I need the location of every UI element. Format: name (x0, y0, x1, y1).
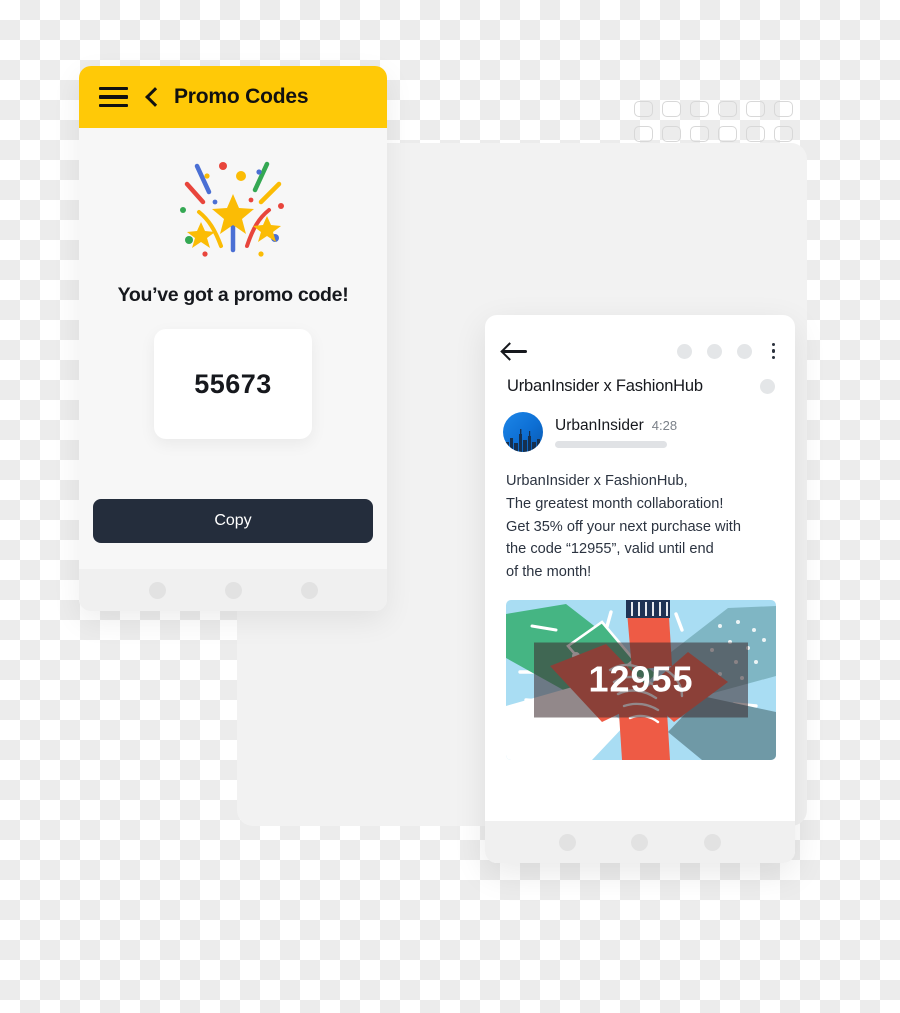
email-subject-row: UrbanInsider x FashionHub (485, 361, 795, 396)
sender-meta: UrbanInsider 4:28 (555, 417, 775, 448)
email-phone: UrbanInsider x FashionHub UrbanInsider 4… (485, 315, 795, 863)
promo-code-card: 55673 (154, 329, 312, 439)
decorative-dot (774, 126, 793, 142)
promo-heading: You’ve got a promo code! (117, 284, 349, 306)
decorative-dot (746, 126, 765, 142)
email-body: UrbanInsider x FashionHub, The greatest … (485, 452, 795, 584)
decorative-dot-grid (634, 101, 793, 142)
star-placeholder-icon[interactable] (760, 379, 775, 394)
app-header: Promo Codes (79, 66, 387, 128)
decorative-dot (746, 101, 765, 117)
phone-nav-bar (79, 569, 387, 611)
email-body-line: Get 35% off your next purchase with (506, 518, 741, 535)
sender-name: UrbanInsider (555, 416, 644, 434)
decorative-dot (718, 126, 737, 142)
decorative-dot (718, 101, 737, 117)
chevron-left-icon[interactable] (145, 87, 157, 107)
email-body-line: The greatest month collaboration! (506, 495, 724, 512)
decorative-dot (662, 126, 681, 142)
decorative-dot (690, 126, 709, 142)
promo-code-value: 55673 (194, 368, 272, 399)
nav-dot[interactable] (148, 581, 166, 599)
hamburger-menu-icon[interactable] (99, 86, 128, 108)
hands-stacked-teamwork-illustration: 12955 (506, 599, 776, 760)
arrow-left-icon[interactable] (503, 341, 529, 361)
nav-dot[interactable] (300, 581, 318, 599)
promo-code-overlay: 12955 (534, 642, 748, 718)
decorative-dot (634, 126, 653, 142)
phone-nav-bar (485, 821, 795, 863)
sender-line: UrbanInsider 4:28 (555, 417, 775, 435)
email-body-line: UrbanInsider x FashionHub, (506, 473, 688, 489)
email-toolbar (485, 315, 795, 361)
decorative-dot (690, 101, 709, 117)
nav-dot[interactable] (224, 581, 242, 599)
decorative-dot (634, 101, 653, 117)
copy-button[interactable]: Copy (93, 499, 373, 543)
decorative-dot (774, 101, 793, 117)
toolbar-action-placeholder-icon[interactable] (736, 343, 752, 359)
kebab-menu-icon[interactable] (771, 342, 775, 360)
nav-dot[interactable] (558, 833, 576, 851)
decorative-dot (662, 101, 681, 117)
email-subject: UrbanInsider x FashionHub (507, 377, 703, 395)
promo-code-overlay-value: 12955 (588, 658, 694, 700)
nav-dot[interactable] (704, 833, 722, 851)
email-body-line: the code “12955”, valid until end (506, 541, 714, 558)
email-sender-row: UrbanInsider 4:28 (485, 396, 795, 452)
city-skyline-avatar (503, 412, 543, 452)
promo-content: You’ve got a promo code! 55673 Copy (79, 128, 387, 611)
toolbar-action-placeholder-icon[interactable] (676, 343, 692, 359)
sender-time: 4:28 (651, 417, 678, 433)
promo-codes-phone: Promo Codes You’ve got a promo code! 556… (79, 66, 387, 611)
nav-dot[interactable] (631, 833, 649, 851)
toolbar-action-placeholder-icon[interactable] (706, 343, 722, 359)
recipient-placeholder-bar (555, 440, 667, 448)
email-body-line: of the month! (506, 564, 592, 581)
page-title: Promo Codes (174, 85, 309, 108)
confetti-celebration-icon (180, 161, 284, 257)
